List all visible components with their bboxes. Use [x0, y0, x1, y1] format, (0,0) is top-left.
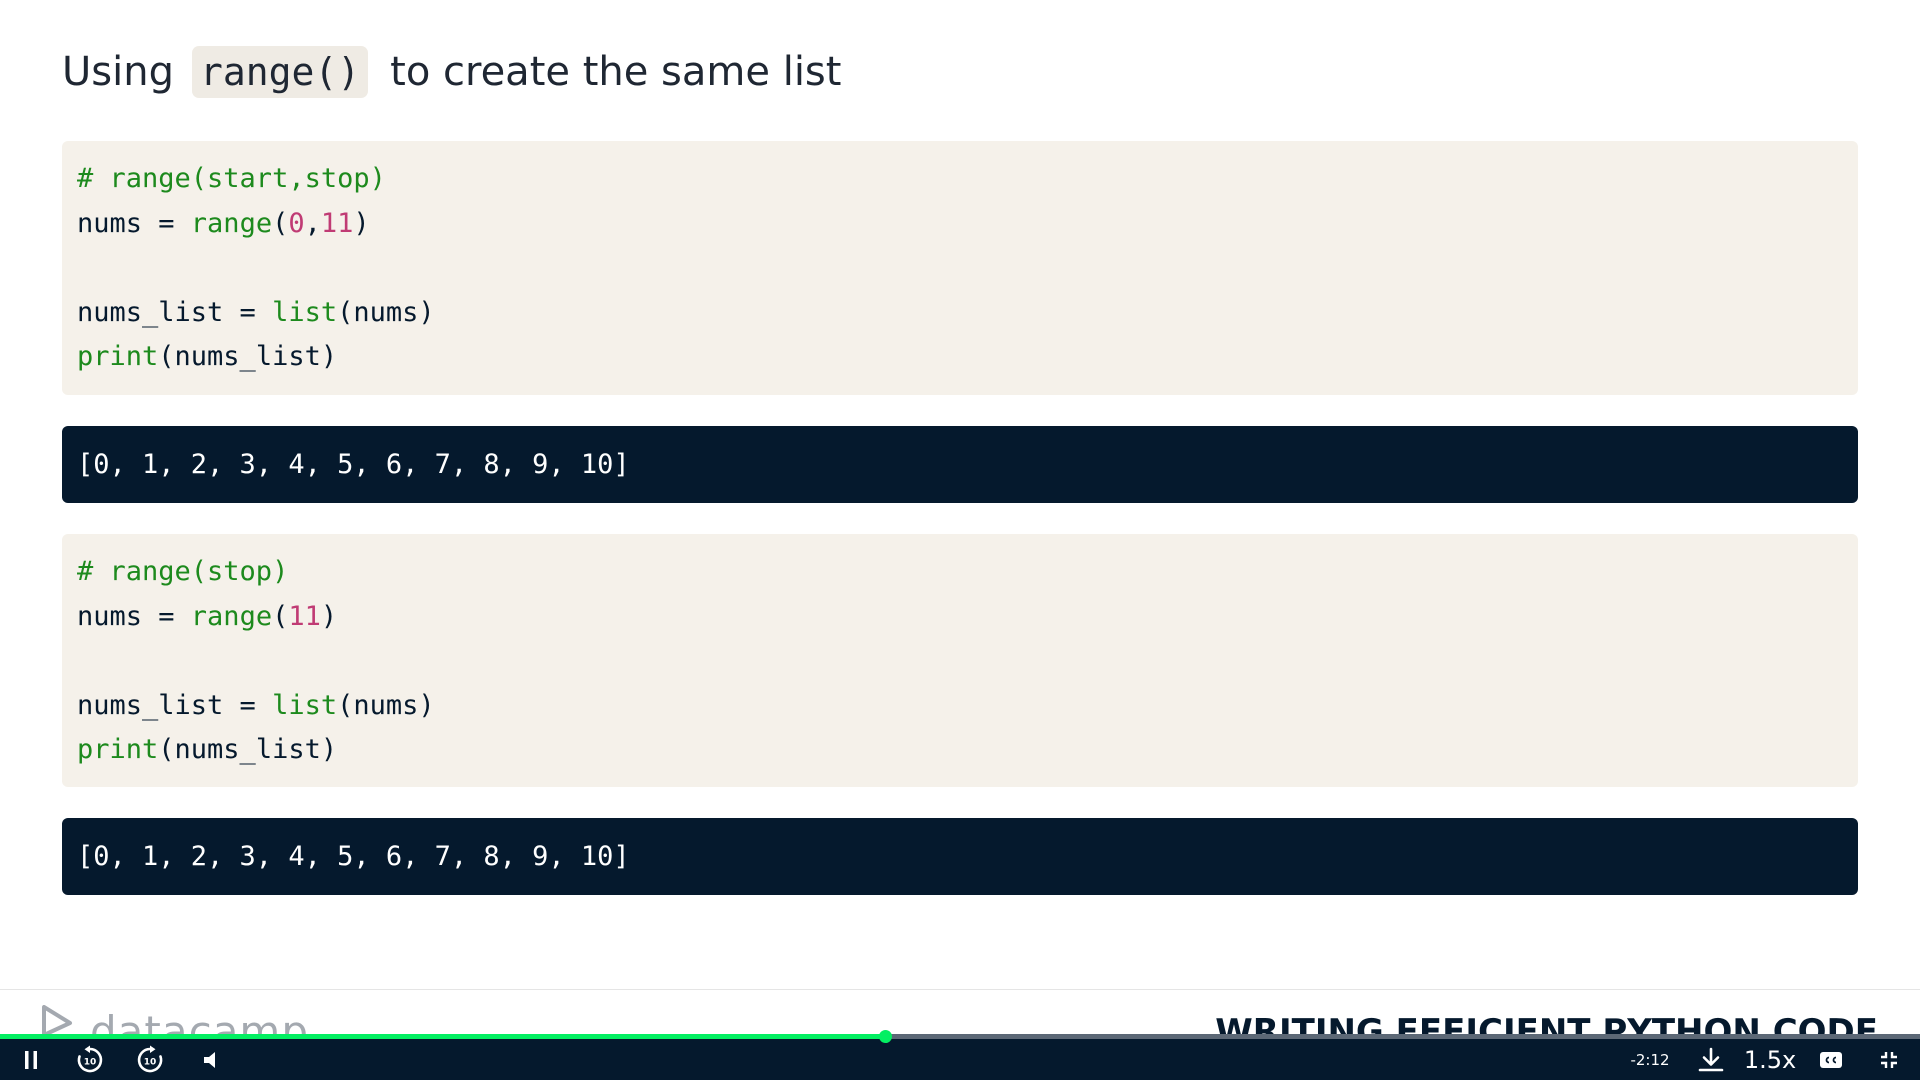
- code-line: # range(stop): [77, 550, 1843, 595]
- code-block-range-stop: # range(stop) nums = range(11) nums_list =…: [62, 534, 1858, 787]
- code-token-plain: (nums_list): [158, 734, 338, 765]
- progress-fill: [0, 1034, 886, 1039]
- code-token-plain: nums_list =: [77, 296, 273, 328]
- code-token-plain: nums_list =: [77, 689, 273, 721]
- title-prefix: Using: [62, 49, 174, 95]
- code-token-func: list: [272, 296, 338, 328]
- code-line: nums_list = list(nums): [77, 684, 1843, 729]
- forward-10-icon: 10: [137, 1045, 163, 1073]
- datacamp-logo: datacamp: [40, 1005, 309, 1037]
- output-block-2: [0, 1, 2, 3, 4, 5, 6, 7, 8, 9, 10]: [62, 818, 1858, 895]
- download-button[interactable]: [1694, 1040, 1728, 1080]
- code-token-plain: (nums_list): [158, 341, 338, 372]
- code-token-plain: ): [320, 600, 338, 632]
- exit-fullscreen-icon: [1881, 1052, 1897, 1068]
- code-line: nums_list = list(nums): [77, 291, 1843, 336]
- code-token-plain: (: [272, 600, 289, 632]
- footer-divider: [0, 989, 1920, 990]
- volume-icon: [204, 1052, 215, 1068]
- code-line: print(nums_list): [77, 728, 1843, 773]
- exit-fullscreen-button[interactable]: [1872, 1040, 1906, 1080]
- download-icon: [1698, 1047, 1724, 1072]
- captions-button[interactable]: [1814, 1040, 1848, 1080]
- code-token-func: print: [77, 734, 159, 765]
- time-remaining: -2:12: [1630, 1051, 1670, 1069]
- code-block-range-start-stop: # range(start,stop) nums = range(0,11) num…: [62, 141, 1858, 395]
- code-token-comment: # range(start,stop): [77, 163, 386, 194]
- rewind-seconds-label: 10: [84, 1058, 97, 1068]
- code-token-func: range: [190, 207, 273, 239]
- code-token-func: list: [272, 689, 338, 721]
- slide-title: Using range() to create the same list: [62, 44, 841, 100]
- title-suffix: to create the same list: [390, 49, 842, 95]
- code-token-plain: (: [272, 207, 289, 239]
- rewind-10-icon: 10: [77, 1045, 103, 1073]
- volume-button[interactable]: [196, 1040, 226, 1080]
- forward-10-button[interactable]: 10: [130, 1040, 170, 1080]
- code-token-num: 11: [320, 207, 354, 239]
- code-token-num: 11: [288, 600, 321, 632]
- course-title: WRITING EFFICIENT PYTHON CODE: [1215, 1012, 1878, 1034]
- code-token-plain: ,: [304, 207, 321, 239]
- code-line: # range(start,stop): [77, 157, 1843, 202]
- code-token-func: range: [190, 600, 273, 632]
- title-inline-code: range(): [191, 46, 369, 98]
- captions-icon: [1820, 1052, 1842, 1068]
- code-token-num: 0: [288, 207, 305, 239]
- code-token-plain: ): [353, 207, 370, 239]
- rewind-10-button[interactable]: 10: [70, 1040, 110, 1080]
- code-token-plain: nums =: [77, 207, 191, 239]
- code-line: nums = range(11): [77, 595, 1843, 640]
- playback-speed-button[interactable]: 1.5x: [1744, 1040, 1796, 1080]
- forward-seconds-label: 10: [144, 1058, 157, 1068]
- code-line: nums = range(0,11): [77, 202, 1843, 247]
- code-token-plain: nums =: [77, 600, 191, 632]
- pause-button[interactable]: [14, 1040, 48, 1080]
- progress-bar[interactable]: [0, 1030, 1920, 1043]
- code-token-plain: (nums): [337, 689, 435, 721]
- code-token-comment: # range(stop): [77, 556, 289, 587]
- pause-icon: [25, 1051, 37, 1069]
- code-token-plain: (nums): [337, 296, 435, 328]
- datacamp-logo-icon: [42, 1005, 72, 1037]
- output-block-1: [0, 1, 2, 3, 4, 5, 6, 7, 8, 9, 10]: [62, 426, 1858, 503]
- code-line: print(nums_list): [77, 335, 1843, 380]
- code-token-func: print: [77, 341, 159, 372]
- slide: Using range() to create the same list # …: [0, 0, 1920, 1080]
